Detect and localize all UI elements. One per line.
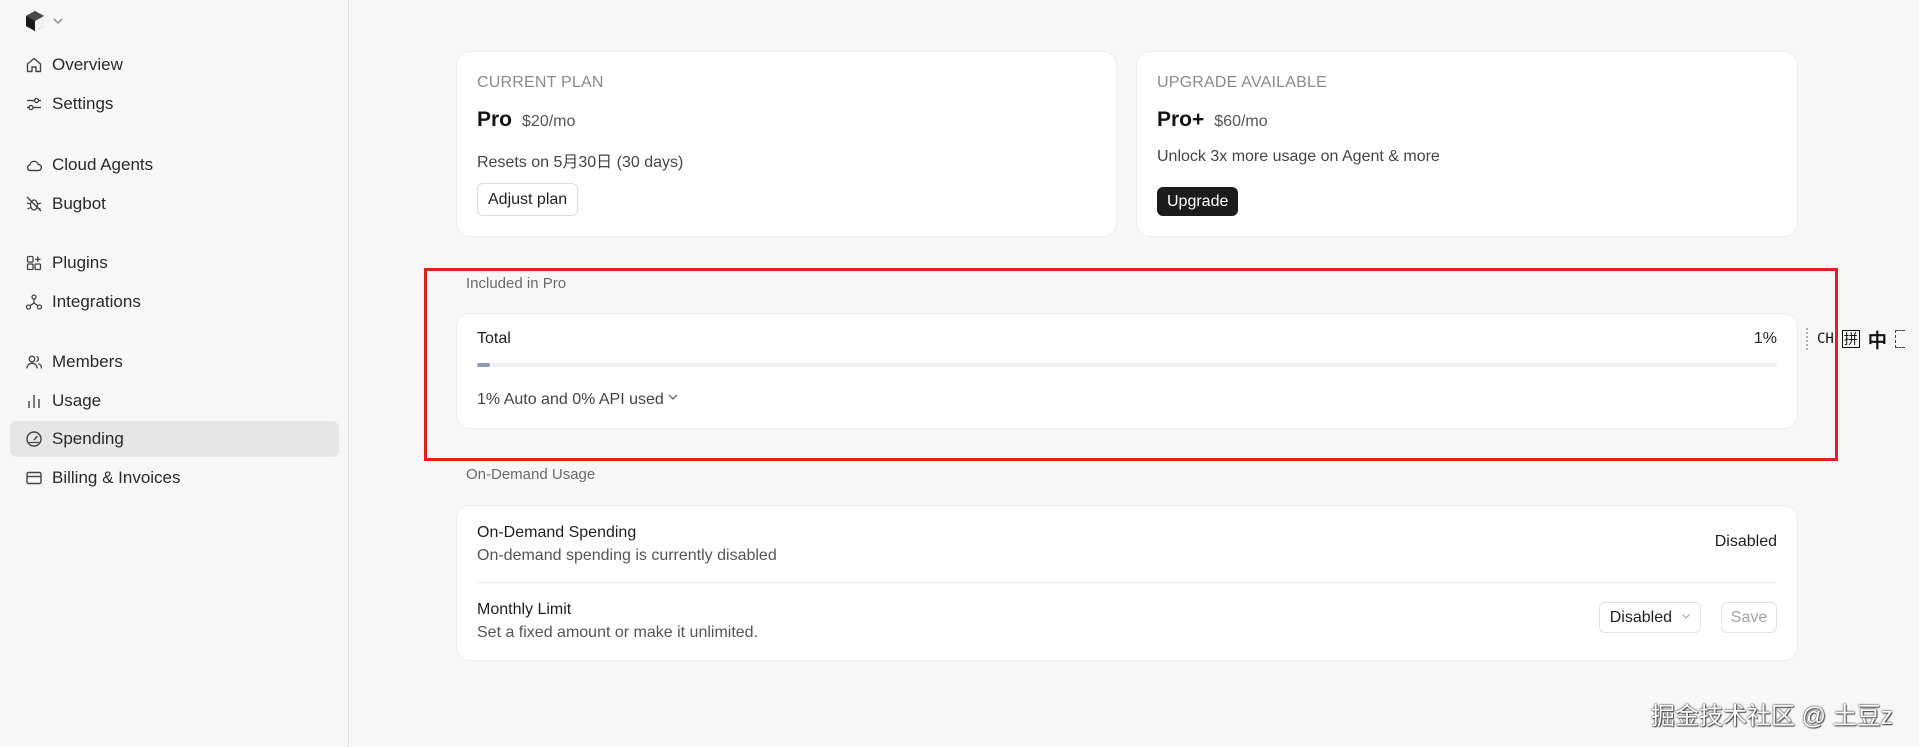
upgrade-card: UPGRADE AVAILABLE Pro+ $60/mo Unlock 3x … [1136,51,1798,237]
plan-name-row: Pro $20/mo [477,108,575,132]
sidebar-item-bugbot[interactable]: Bugbot [10,186,339,222]
adjust-plan-button[interactable]: Adjust plan [477,183,579,216]
on-demand-spending-subtitle: On-demand spending is currently disabled [477,547,777,564]
monthly-limit-select[interactable]: Disabled [1598,602,1701,633]
plan-price: $20/mo [522,113,576,130]
watermark: 掘金技术社区 @ 土豆z [1651,703,1893,730]
gauge-icon [24,429,44,449]
sidebar-item-label: Spending [52,429,124,448]
sidebar-item-label: Settings [52,94,114,113]
card-icon [24,468,44,488]
on-demand-spending-title: On-Demand Spending [477,524,637,541]
on-demand-card: On-Demand Spending On-demand spending is… [456,505,1798,661]
plan-name: Pro [477,108,513,131]
chevron-down-icon [52,15,64,27]
cube-logo-icon [24,10,46,32]
share-nodes-icon [24,292,44,312]
included-section-label: Included in Pro [466,275,567,292]
usage-breakdown-toggle[interactable]: 1% Auto and 0% API used [477,390,680,409]
sidebar-item-plugins[interactable]: Plugins [10,245,339,281]
chevron-down-icon [1680,609,1692,627]
sidebar: Overview Settings Cloud Agents Bugbot Pl… [0,0,349,747]
current-plan-card: CURRENT PLAN Pro $20/mo Resets on 5月30日 … [456,51,1117,237]
sidebar-item-cloud-agents[interactable]: Cloud Agents [10,147,339,183]
row-divider [477,582,1777,583]
home-icon [24,55,44,75]
usage-total-label: Total [477,330,511,347]
sidebar-item-label: Bugbot [52,194,106,213]
workspace-switcher[interactable] [24,10,64,32]
bar-chart-icon [24,391,44,411]
upgrade-description: Unlock 3x more usage on Agent & more [1157,148,1440,165]
sidebar-item-members[interactable]: Members [10,344,339,380]
sidebar-item-overview[interactable]: Overview [10,47,339,83]
upgrade-name-row: Pro+ $60/mo [1157,108,1268,132]
monthly-limit-select-value: Disabled [1609,608,1672,626]
upgrade-plan-price: $60/mo [1214,113,1268,130]
grid-plus-icon [24,253,44,273]
ime-language-indicator[interactable]: CH [1817,331,1834,347]
usage-breakdown-text: 1% Auto and 0% API used [477,390,664,408]
fullwidth-icon[interactable] [1894,330,1905,348]
save-button[interactable]: Save [1721,602,1777,633]
cloud-icon [24,155,44,175]
monthly-limit-title: Monthly Limit [477,601,572,618]
monthly-limit-subtitle: Set a fixed amount or make it unlimited. [477,624,759,641]
usage-progress-bar [477,363,1777,367]
sidebar-item-settings[interactable]: Settings [10,86,339,122]
included-usage-card: Total 1% 1% Auto and 0% API used [456,313,1798,429]
on-demand-status: Disabled [1714,533,1777,550]
ime-drag-handle[interactable] [1806,328,1809,350]
sidebar-item-label: Overview [52,55,123,74]
sidebar-item-label: Billing & Invoices [52,468,181,487]
sidebar-item-label: Plugins [52,253,108,272]
upgrade-button[interactable]: Upgrade [1157,187,1239,216]
chevron-down-icon [666,390,680,409]
ime-toolbar: CH 拼 中 [1806,326,1905,352]
sidebar-item-label: Usage [52,391,102,410]
upgrade-label: UPGRADE AVAILABLE [1157,74,1327,91]
sidebar-item-label: Cloud Agents [52,155,154,174]
sidebar-item-label: Members [52,352,123,371]
upgrade-plan-name: Pro+ [1157,108,1205,131]
sliders-icon [24,94,44,114]
on-demand-section-label: On-Demand Usage [466,466,596,483]
sidebar-item-billing[interactable]: Billing & Invoices [10,460,339,496]
sidebar-item-integrations[interactable]: Integrations [10,284,339,320]
sidebar-item-spending[interactable]: Spending [10,421,339,457]
sidebar-item-label: Integrations [52,292,141,311]
ime-pinyin-mode[interactable]: 拼 [1841,330,1860,348]
bug-off-icon [24,194,44,214]
current-plan-label: CURRENT PLAN [477,74,604,91]
ime-chinese-mode[interactable]: 中 [1868,326,1887,353]
plan-reset-text: Resets on 5月30日 (30 days) [477,154,684,171]
usage-progress-fill [477,363,490,367]
usage-total-percent: 1% [1753,330,1777,347]
sidebar-item-usage[interactable]: Usage [10,383,339,419]
users-icon [24,352,44,372]
